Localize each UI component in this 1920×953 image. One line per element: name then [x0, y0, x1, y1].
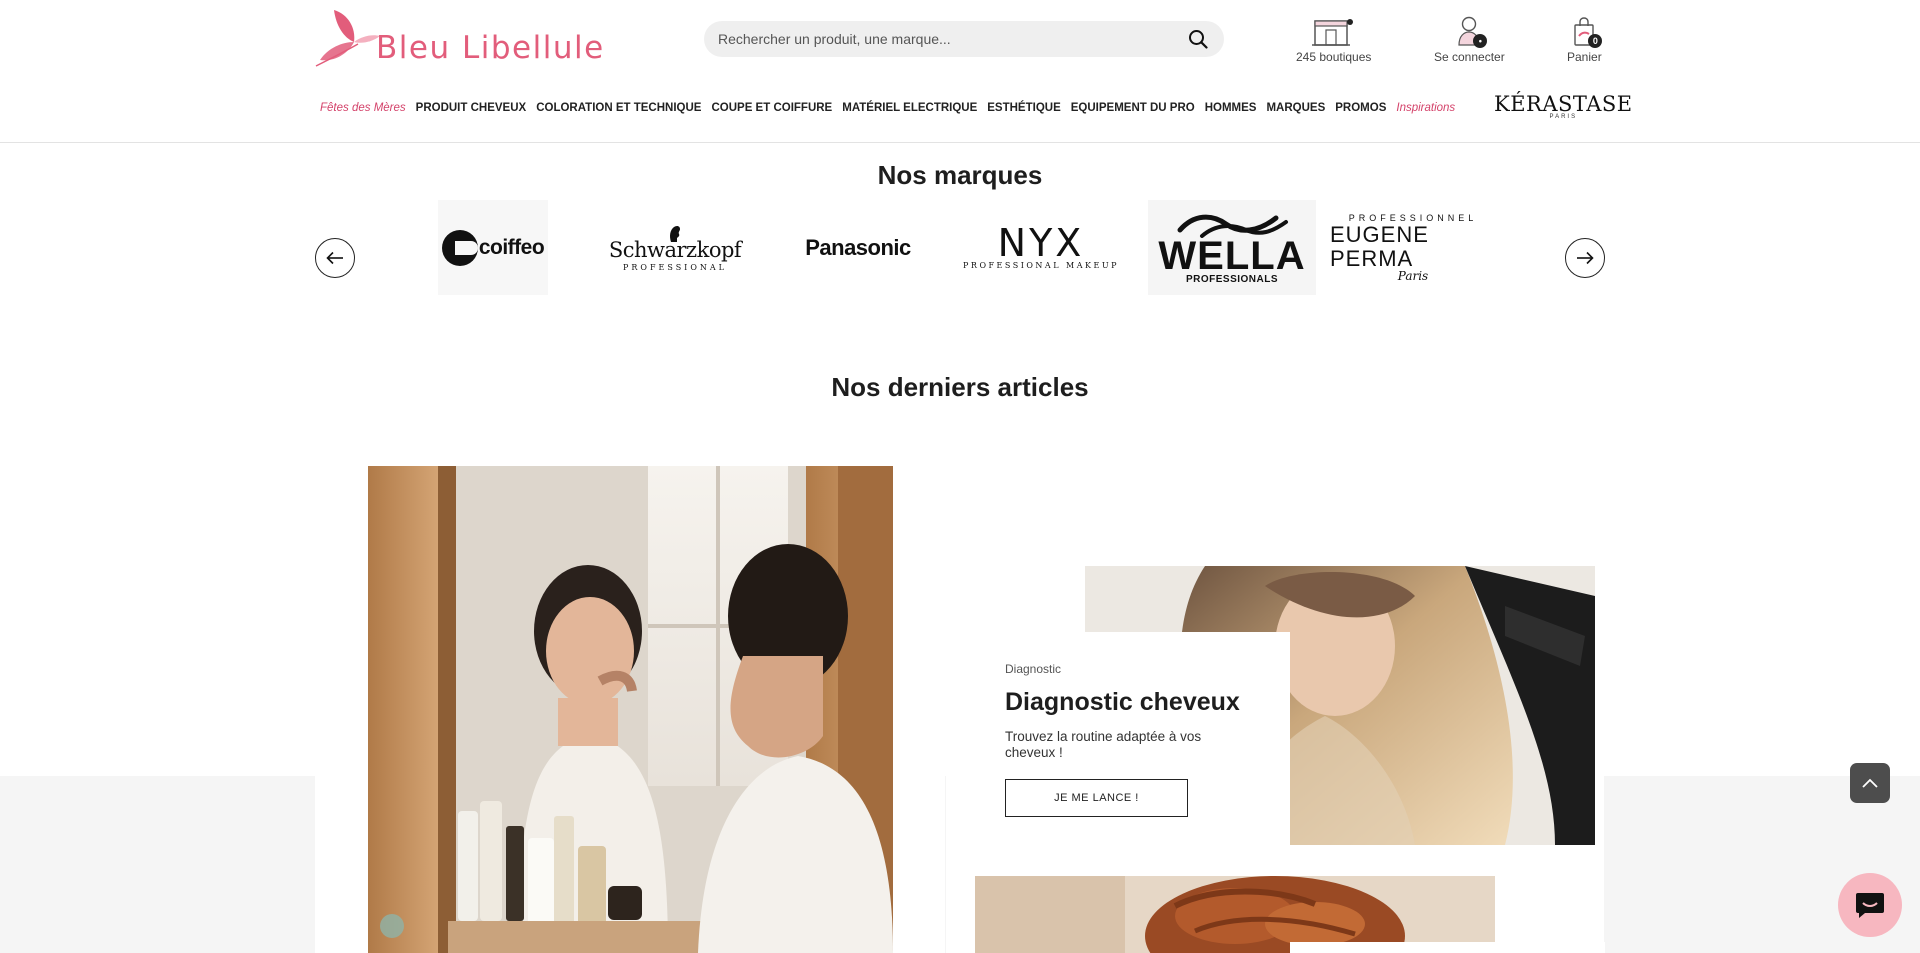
brand-coiffeo-name: coiffeo	[478, 235, 545, 259]
brand-wella-sub: PROFESSIONALS	[1185, 274, 1279, 285]
kerastase-name: KÉRASTASE	[1494, 92, 1633, 116]
stores-link[interactable]: 245 boutiques	[1296, 12, 1371, 64]
start-diagnostic-button[interactable]: JE ME LANCE !	[1005, 779, 1188, 817]
nav-item-promos[interactable]: PROMOS	[1335, 102, 1386, 114]
logo-text: Bleu Libellule	[376, 30, 605, 66]
coiffeo-logo-icon	[441, 229, 478, 266]
articles-title: Nos derniers articles	[831, 372, 1089, 402]
scroll-to-top-button[interactable]	[1850, 763, 1890, 803]
brands-title: Nos marques	[877, 160, 1043, 190]
account-badge: •	[1473, 34, 1488, 48]
nav-item-fetes-des-meres[interactable]: Fêtes des Mères	[320, 102, 406, 114]
braid-card	[1290, 942, 1605, 953]
chat-button[interactable]	[1838, 873, 1902, 937]
nav-item-materiel-electrique[interactable]: MATÉRIEL ELECTRIQUE	[842, 102, 977, 114]
brand-wella-name: WELLA	[1158, 234, 1306, 278]
dragonfly-logo-icon	[315, 10, 380, 67]
chevron-up-icon	[1862, 778, 1878, 788]
brand-schwarzkopf-sub: PROFESSIONAL	[623, 262, 727, 272]
brand-nyx-name: NYX	[997, 221, 1085, 265]
brand-schwarzkopf-name: Schwarzkopf	[608, 237, 742, 262]
nav-item-equipement-pro[interactable]: EQUIPEMENT DU PRO	[1071, 102, 1195, 114]
nav-item-esthetique[interactable]: ESTHÉTIQUE	[987, 102, 1060, 114]
brand-wella[interactable]: WELLA PROFESSIONALS	[1148, 200, 1316, 295]
nav-item-hommes[interactable]: HOMMES	[1205, 102, 1257, 114]
article-image-skincare[interactable]	[368, 466, 893, 953]
login-link[interactable]: • Se connecter	[1434, 12, 1505, 64]
cart-count-badge: 0	[1588, 34, 1603, 48]
login-label: Se connecter	[1434, 50, 1505, 64]
nav-kerastase-logo[interactable]: KÉRASTASE PARIS	[1494, 92, 1633, 121]
arrow-right-icon	[1577, 251, 1594, 265]
bag-icon: 0	[1573, 12, 1603, 48]
brand-schwarzkopf[interactable]: Schwarzkopf PROFESSIONAL	[608, 200, 742, 295]
skincare-photo	[368, 466, 893, 953]
store-icon	[1311, 12, 1356, 46]
cart-link[interactable]: 0 Panier	[1567, 12, 1603, 64]
diagnostic-category: Diagnostic	[1005, 662, 1062, 676]
site-header: Bleu Libellule 245 boutiques • S	[0, 0, 1920, 143]
brand-nyx-sub: PROFESSIONAL MAKEUP	[963, 261, 1119, 270]
nav-item-inspirations[interactable]: Inspirations	[1396, 102, 1455, 114]
search-bar	[704, 21, 1224, 57]
brands-prev-button[interactable]	[315, 238, 355, 278]
brand-eugene-top: PROFESSIONNEL	[1348, 212, 1478, 223]
brand-eugene-perma[interactable]: PROFESSIONNEL EUGENE PERMA Paris	[1330, 200, 1496, 295]
brand-panasonic[interactable]: Panasonic	[796, 200, 920, 295]
brand-panasonic-name: Panasonic	[805, 234, 911, 260]
brand-coiffeo[interactable]: coiffeo	[438, 200, 548, 295]
arrow-left-icon	[326, 251, 343, 265]
diagnostic-description: Trouvez la routine adaptée à vos cheveux…	[1005, 729, 1202, 760]
diagnostic-card: Diagnostic Diagnostic cheveux Trouvez la…	[975, 632, 1290, 845]
chat-icon	[1856, 893, 1884, 918]
logo[interactable]: Bleu Libellule	[314, 8, 605, 68]
search-input[interactable]	[718, 31, 1186, 47]
diagnostic-title[interactable]: Diagnostic cheveux	[1005, 688, 1260, 717]
nav-item-marques[interactable]: MARQUES	[1266, 102, 1325, 114]
user-icon: •	[1458, 12, 1488, 48]
brand-eugene-name: EUGENE PERMA	[1330, 221, 1429, 271]
cart-label: Panier	[1567, 50, 1602, 64]
nav-item-produit-cheveux[interactable]: PRODUIT CHEVEUX	[416, 102, 527, 114]
nav-item-coloration[interactable]: COLORATION ET TECHNIQUE	[536, 102, 701, 114]
nav-item-coupe-coiffure[interactable]: COUPE ET COIFFURE	[711, 102, 832, 114]
brand-nyx[interactable]: NYX PROFESSIONAL MAKEUP	[958, 200, 1124, 295]
search-icon[interactable]	[1186, 27, 1210, 51]
brand-eugene-paris: Paris	[1397, 268, 1429, 283]
brands-next-button[interactable]	[1565, 238, 1605, 278]
stores-label: 245 boutiques	[1296, 50, 1372, 64]
main-nav: Fêtes des Mères PRODUIT CHEVEUX COLORATI…	[320, 96, 1465, 120]
